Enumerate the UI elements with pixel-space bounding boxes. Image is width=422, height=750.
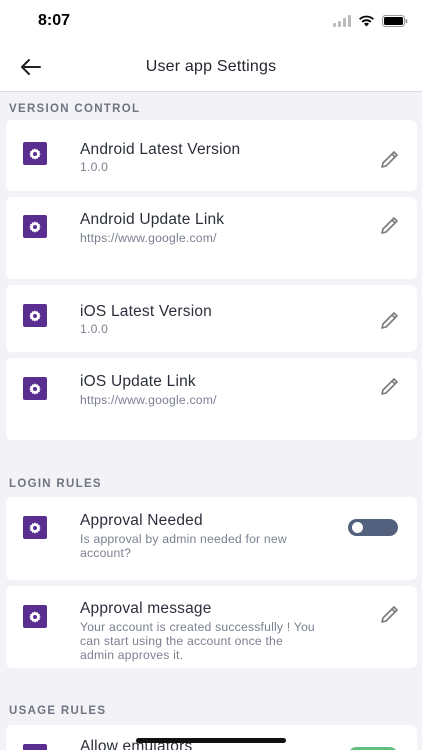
settings-icon [23, 304, 47, 327]
status-icons [333, 14, 408, 32]
pencil-icon [379, 606, 401, 629]
toggle-knob [352, 522, 363, 533]
pencil-icon [379, 378, 401, 401]
pencil-icon [379, 312, 401, 335]
edit-button[interactable] [379, 148, 401, 170]
setting-title: Approval message [80, 600, 212, 617]
settings-icon [23, 215, 47, 238]
edit-button[interactable] [379, 214, 401, 236]
battery-icon [382, 14, 408, 32]
settings-icon [23, 605, 47, 628]
setting-message-line2: can start using the account once the [80, 634, 284, 648]
settings-icon [23, 377, 47, 400]
setting-value: https://www.google.com/ [80, 393, 217, 407]
setting-title: iOS Latest Version [80, 303, 212, 320]
setting-card-ios-update-link[interactable]: iOS Update Link https://www.google.com/ [6, 358, 417, 440]
home-indicator [136, 738, 286, 743]
setting-card-approval-message[interactable]: Approval message Your account is created… [6, 586, 417, 668]
setting-message-line1: Your account is created successfully ! Y… [80, 620, 315, 634]
settings-icon [23, 744, 47, 750]
setting-description-line2: account? [80, 546, 132, 560]
status-time: 8:07 [38, 12, 71, 29]
setting-title: Approval Needed [80, 512, 203, 529]
section-header-version-control: VERSION CONTROL [9, 103, 141, 115]
settings-icon [23, 142, 47, 165]
setting-card-approval-needed: Approval Needed Is approval by admin nee… [6, 497, 417, 580]
settings-icon [23, 516, 47, 539]
setting-value: https://www.google.com/ [80, 231, 217, 245]
approval-needed-toggle[interactable] [348, 519, 398, 536]
setting-description-line1: Is approval by admin needed for new [80, 532, 287, 546]
signal-icon [333, 14, 351, 32]
nav-bar: User app Settings [0, 44, 422, 92]
pencil-icon [379, 151, 401, 174]
setting-title: Android Latest Version [80, 141, 241, 158]
setting-card-android-update-link[interactable]: Android Update Link https://www.google.c… [6, 197, 417, 279]
page-title: User app Settings [145, 58, 277, 75]
wifi-icon [358, 14, 375, 32]
setting-title: iOS Update Link [80, 373, 196, 390]
section-header-login-rules: LOGIN RULES [9, 478, 102, 490]
setting-card-android-latest-version[interactable]: Android Latest Version 1.0.0 [6, 120, 417, 191]
setting-title: Android Update Link [80, 211, 225, 228]
section-header-usage-rules: USAGE RULES [9, 705, 107, 717]
edit-button[interactable] [379, 375, 401, 397]
setting-value: 1.0.0 [80, 322, 109, 336]
edit-button[interactable] [379, 309, 401, 331]
setting-message-line3: admin approves it. [80, 648, 184, 662]
edit-button[interactable] [379, 603, 401, 625]
setting-card-ios-latest-version[interactable]: iOS Latest Version 1.0.0 [6, 285, 417, 352]
pencil-icon [379, 217, 401, 240]
setting-value: 1.0.0 [80, 160, 109, 174]
status-bar: 8:07 [0, 0, 422, 44]
